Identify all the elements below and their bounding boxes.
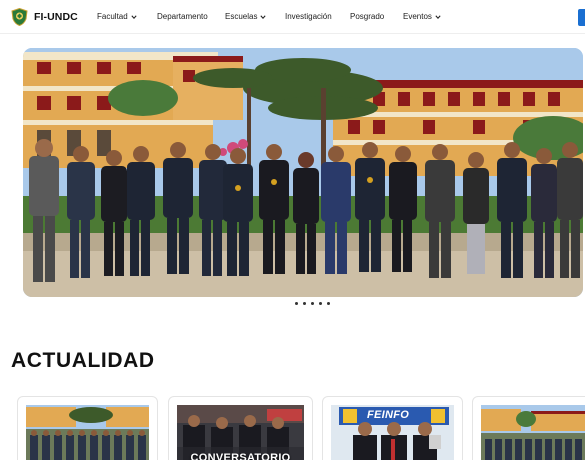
nav-item-label: Escuelas <box>225 12 258 21</box>
carousel-dot[interactable] <box>295 302 298 305</box>
news-card[interactable] <box>17 396 158 460</box>
carousel-indicators <box>295 302 330 305</box>
section-title: ACTUALIDAD <box>11 349 155 372</box>
nav-item-label: Departamento <box>157 12 208 21</box>
news-card-image: CONVERSATORIO <box>177 405 304 460</box>
news-card[interactable]: FEINFO <box>322 396 463 460</box>
nav-item-departamento[interactable]: Departamento <box>157 12 208 21</box>
nav-item-investigacion[interactable]: Investigación <box>285 12 332 21</box>
news-card[interactable] <box>472 396 585 460</box>
nav-action-button[interactable] <box>578 9 585 26</box>
news-card-overlay-title: CONVERSATORIO <box>190 452 291 460</box>
news-card-overlay-title: FEINFO <box>367 409 410 421</box>
brand-name[interactable]: FI-UNDC <box>34 11 78 23</box>
carousel-dot[interactable] <box>327 302 330 305</box>
carousel-dot[interactable] <box>311 302 314 305</box>
university-shield-icon[interactable] <box>11 8 28 26</box>
chevron-down-icon <box>131 14 137 19</box>
chevron-down-icon <box>435 14 441 19</box>
chevron-down-icon <box>260 14 267 19</box>
hero-slide-image <box>23 48 583 297</box>
nav-item-label: Investigación <box>285 12 332 21</box>
nav-item-facultad[interactable]: Facultad <box>97 12 137 21</box>
nav-item-label: Facultad <box>97 12 128 21</box>
nav-item-label: Posgrado <box>350 12 385 21</box>
top-navbar: FI-UNDC Facultad Departamento Escuelas I… <box>0 0 585 34</box>
nav-item-label: Eventos <box>403 12 432 21</box>
news-card[interactable]: CONVERSATORIO <box>168 396 313 460</box>
carousel-dot[interactable] <box>319 302 322 305</box>
news-card-image <box>481 405 585 460</box>
nav-item-eventos[interactable]: Eventos <box>403 12 441 21</box>
hero-carousel[interactable] <box>23 48 583 297</box>
news-card-image: FEINFO <box>331 405 454 460</box>
news-card-image <box>26 405 149 460</box>
nav-item-posgrado[interactable]: Posgrado <box>350 12 384 21</box>
carousel-dot[interactable] <box>303 302 306 305</box>
nav-item-escuelas[interactable]: Escuelas <box>225 12 267 21</box>
